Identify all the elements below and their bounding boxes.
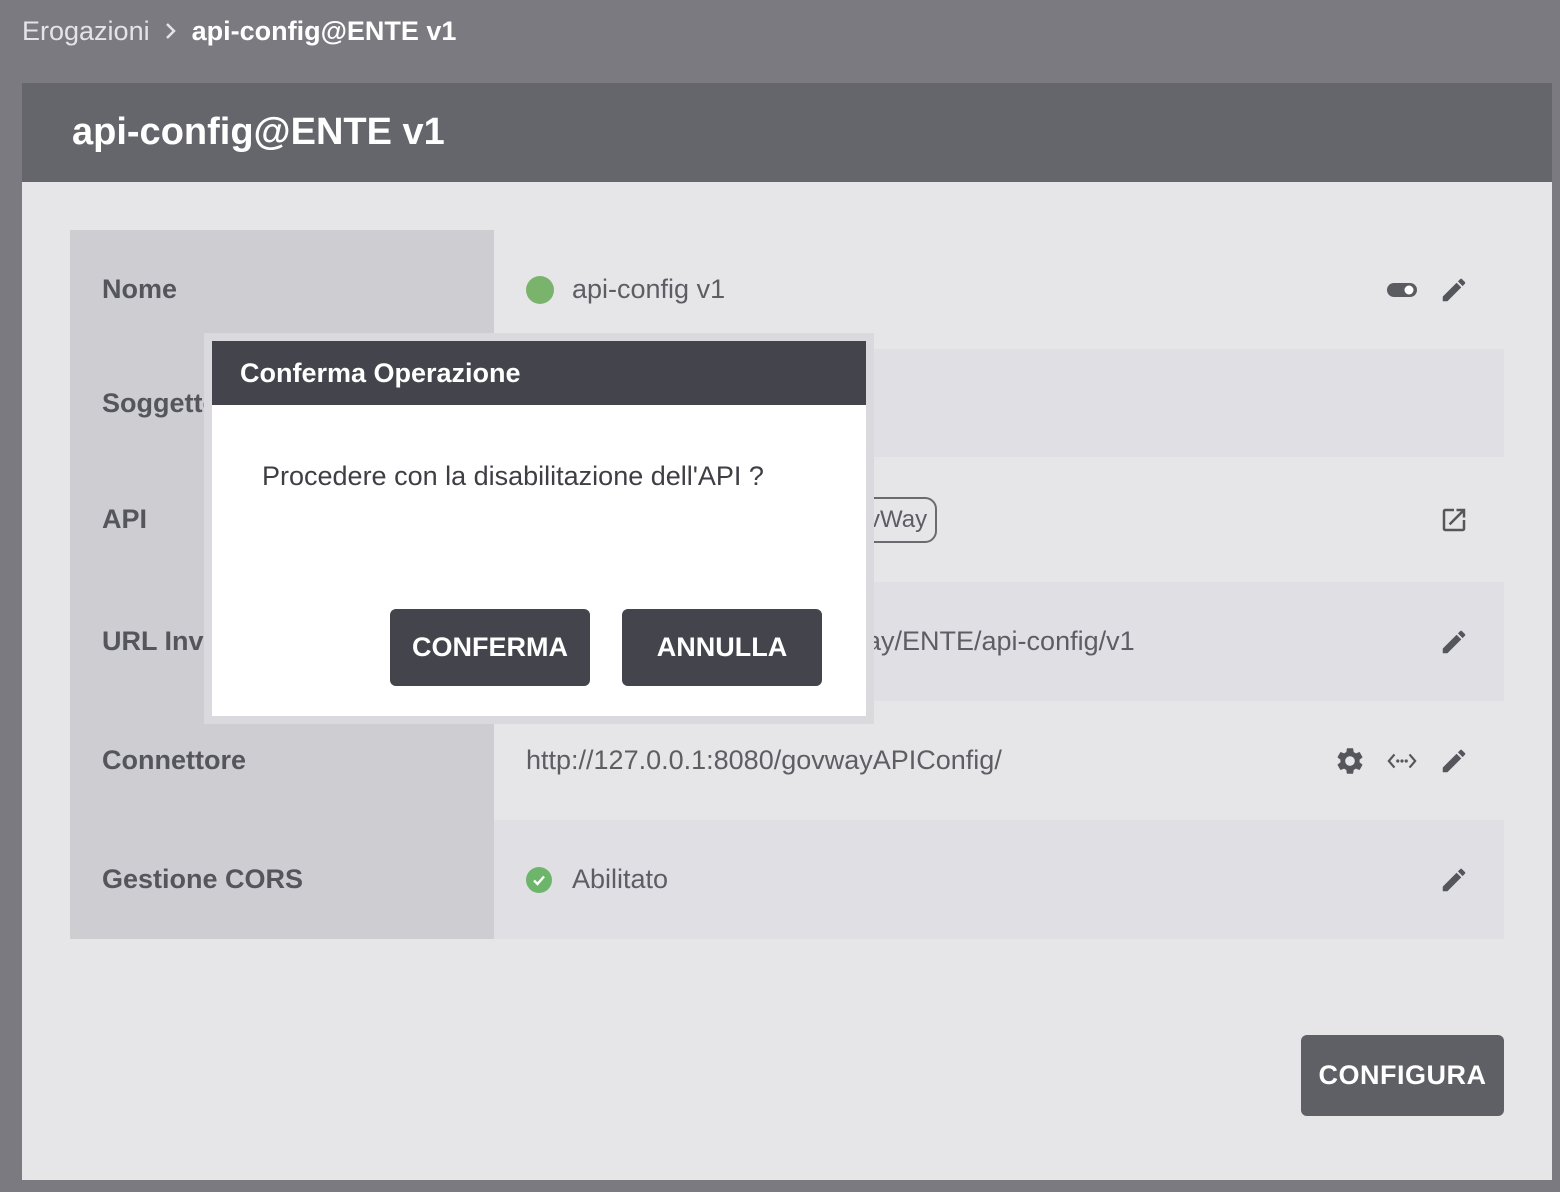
breadcrumb-current: api-config@ENTE v1 [191,15,457,46]
panel-header: api-config@ENTE v1 [22,83,1552,182]
chevron-right-icon [164,21,178,41]
row-label: Nome [70,230,494,349]
confirm-dialog: Conferma Operazione Procedere con la dis… [212,341,866,716]
row-label: Gestione CORS [70,820,494,939]
edit-icon[interactable] [1438,745,1470,777]
edit-icon[interactable] [1438,864,1470,896]
breadcrumb: Erogazioni api-config@ENTE v1 [22,12,456,50]
gear-icon[interactable] [1334,745,1366,777]
open-external-icon[interactable] [1438,504,1470,536]
status-active-icon [526,275,554,304]
dialog-message: Procedere con la disabilitazione dell'AP… [262,461,764,491]
row-value: Abilitato [572,864,669,894]
edit-icon[interactable] [1438,626,1470,658]
dialog-header: Conferma Operazione [212,341,866,405]
check-circle-icon [526,866,552,893]
row-gestione-cors: Gestione CORS Abilitato [70,820,1504,939]
row-value: http://127.0.0.1:8080/govwayAPIConfig/ [526,745,1002,775]
row-nome: Nome api-config v1 [70,230,1504,349]
edit-icon[interactable] [1438,274,1470,306]
configura-button[interactable]: CONFIGURA [1301,1035,1504,1116]
toggle-icon[interactable] [1386,274,1418,306]
row-value: api-config v1 [572,274,726,304]
row-value: ay/ENTE/api-config/v1 [866,626,1135,656]
breadcrumb-erogazioni-link[interactable]: Erogazioni [22,16,150,47]
page-title: api-config@ENTE v1 [72,111,445,153]
dialog-title: Conferma Operazione [240,357,521,388]
confirm-button[interactable]: CONFERMA [390,609,590,686]
cancel-button[interactable]: ANNULLA [622,609,822,686]
code-connection-icon[interactable] [1386,745,1418,777]
